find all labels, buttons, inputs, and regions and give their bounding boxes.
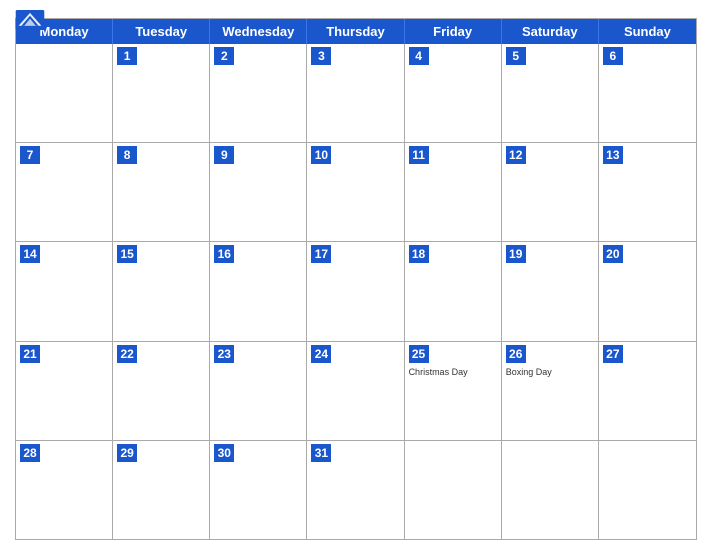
- day-cell: [502, 441, 599, 539]
- day-cell: 20: [599, 242, 696, 340]
- day-cell: 26 Boxing Day: [502, 342, 599, 440]
- day-cell: [405, 441, 502, 539]
- day-cell: 14: [16, 242, 113, 340]
- day-cell: 5: [502, 44, 599, 142]
- day-cell: 4: [405, 44, 502, 142]
- calendar: MondayTuesdayWednesdayThursdayFridaySatu…: [15, 18, 697, 540]
- weeks: 1234567891011121314151617181920212223242…: [16, 44, 696, 539]
- day-cell: 29: [113, 441, 210, 539]
- day-number: 13: [603, 146, 623, 164]
- day-cell: 18: [405, 242, 502, 340]
- day-number: 28: [20, 444, 40, 462]
- week-row-4: 21 22 23 24 25 Christmas Day 26 Boxing Day 27: [16, 341, 696, 440]
- day-cell: 27: [599, 342, 696, 440]
- day-number: 29: [117, 444, 137, 462]
- day-number: 11: [409, 146, 429, 164]
- day-number: 10: [311, 146, 331, 164]
- day-cell: 2: [210, 44, 307, 142]
- week-row-2: 7 8 9 10 11 12 13: [16, 142, 696, 241]
- day-cell: 7: [16, 143, 113, 241]
- calendar-page: MondayTuesdayWednesdayThursdayFridaySatu…: [0, 0, 712, 550]
- day-number: 12: [506, 146, 526, 164]
- logo: [15, 10, 45, 31]
- day-number: 18: [409, 245, 429, 263]
- day-number: 23: [214, 345, 234, 363]
- day-number: 7: [20, 146, 40, 164]
- holiday-label: Christmas Day: [409, 367, 497, 377]
- day-number: 30: [214, 444, 234, 462]
- day-cell: 24: [307, 342, 404, 440]
- day-number: 21: [20, 345, 40, 363]
- day-number: 2: [214, 47, 234, 65]
- day-cell: 12: [502, 143, 599, 241]
- day-number: 27: [603, 345, 623, 363]
- day-cell: 28: [16, 441, 113, 539]
- day-cell: 31: [307, 441, 404, 539]
- day-header-sunday: Sunday: [599, 19, 696, 44]
- day-header-friday: Friday: [405, 19, 502, 44]
- day-cell: 16: [210, 242, 307, 340]
- day-cell: 8: [113, 143, 210, 241]
- day-number: 3: [311, 47, 331, 65]
- day-number: 16: [214, 245, 234, 263]
- day-number: 20: [603, 245, 623, 263]
- week-row-1: 1 2 3 4 5 6: [16, 44, 696, 142]
- day-cell: 15: [113, 242, 210, 340]
- day-cell: 13: [599, 143, 696, 241]
- week-row-3: 14 15 16 17 18 19 20: [16, 241, 696, 340]
- day-cell: [16, 44, 113, 142]
- day-number: 1: [117, 47, 137, 65]
- day-header-saturday: Saturday: [502, 19, 599, 44]
- day-cell: 3: [307, 44, 404, 142]
- day-headers: MondayTuesdayWednesdayThursdayFridaySatu…: [16, 19, 696, 44]
- day-header-tuesday: Tuesday: [113, 19, 210, 44]
- day-cell: 6: [599, 44, 696, 142]
- day-cell: 11: [405, 143, 502, 241]
- day-number: 6: [603, 47, 623, 65]
- logo-icon: [15, 10, 45, 30]
- day-cell: 19: [502, 242, 599, 340]
- week-row-5: 28 29 30 31: [16, 440, 696, 539]
- day-cell: 1: [113, 44, 210, 142]
- day-cell: 17: [307, 242, 404, 340]
- day-cell: [599, 441, 696, 539]
- day-cell: 30: [210, 441, 307, 539]
- day-number: 14: [20, 245, 40, 263]
- day-number: 5: [506, 47, 526, 65]
- day-header-thursday: Thursday: [307, 19, 404, 44]
- day-number: 31: [311, 444, 331, 462]
- day-number: 22: [117, 345, 137, 363]
- day-number: 8: [117, 146, 137, 164]
- day-cell: 25 Christmas Day: [405, 342, 502, 440]
- day-number: 17: [311, 245, 331, 263]
- day-number: 19: [506, 245, 526, 263]
- day-cell: 10: [307, 143, 404, 241]
- day-number: 15: [117, 245, 137, 263]
- day-number: 9: [214, 146, 234, 164]
- day-cell: 22: [113, 342, 210, 440]
- day-number: 24: [311, 345, 331, 363]
- day-cell: 21: [16, 342, 113, 440]
- day-number: 26: [506, 345, 526, 363]
- day-header-wednesday: Wednesday: [210, 19, 307, 44]
- day-cell: 9: [210, 143, 307, 241]
- day-number: 4: [409, 47, 429, 65]
- day-number: 25: [409, 345, 429, 363]
- day-cell: 23: [210, 342, 307, 440]
- holiday-label: Boxing Day: [506, 367, 594, 377]
